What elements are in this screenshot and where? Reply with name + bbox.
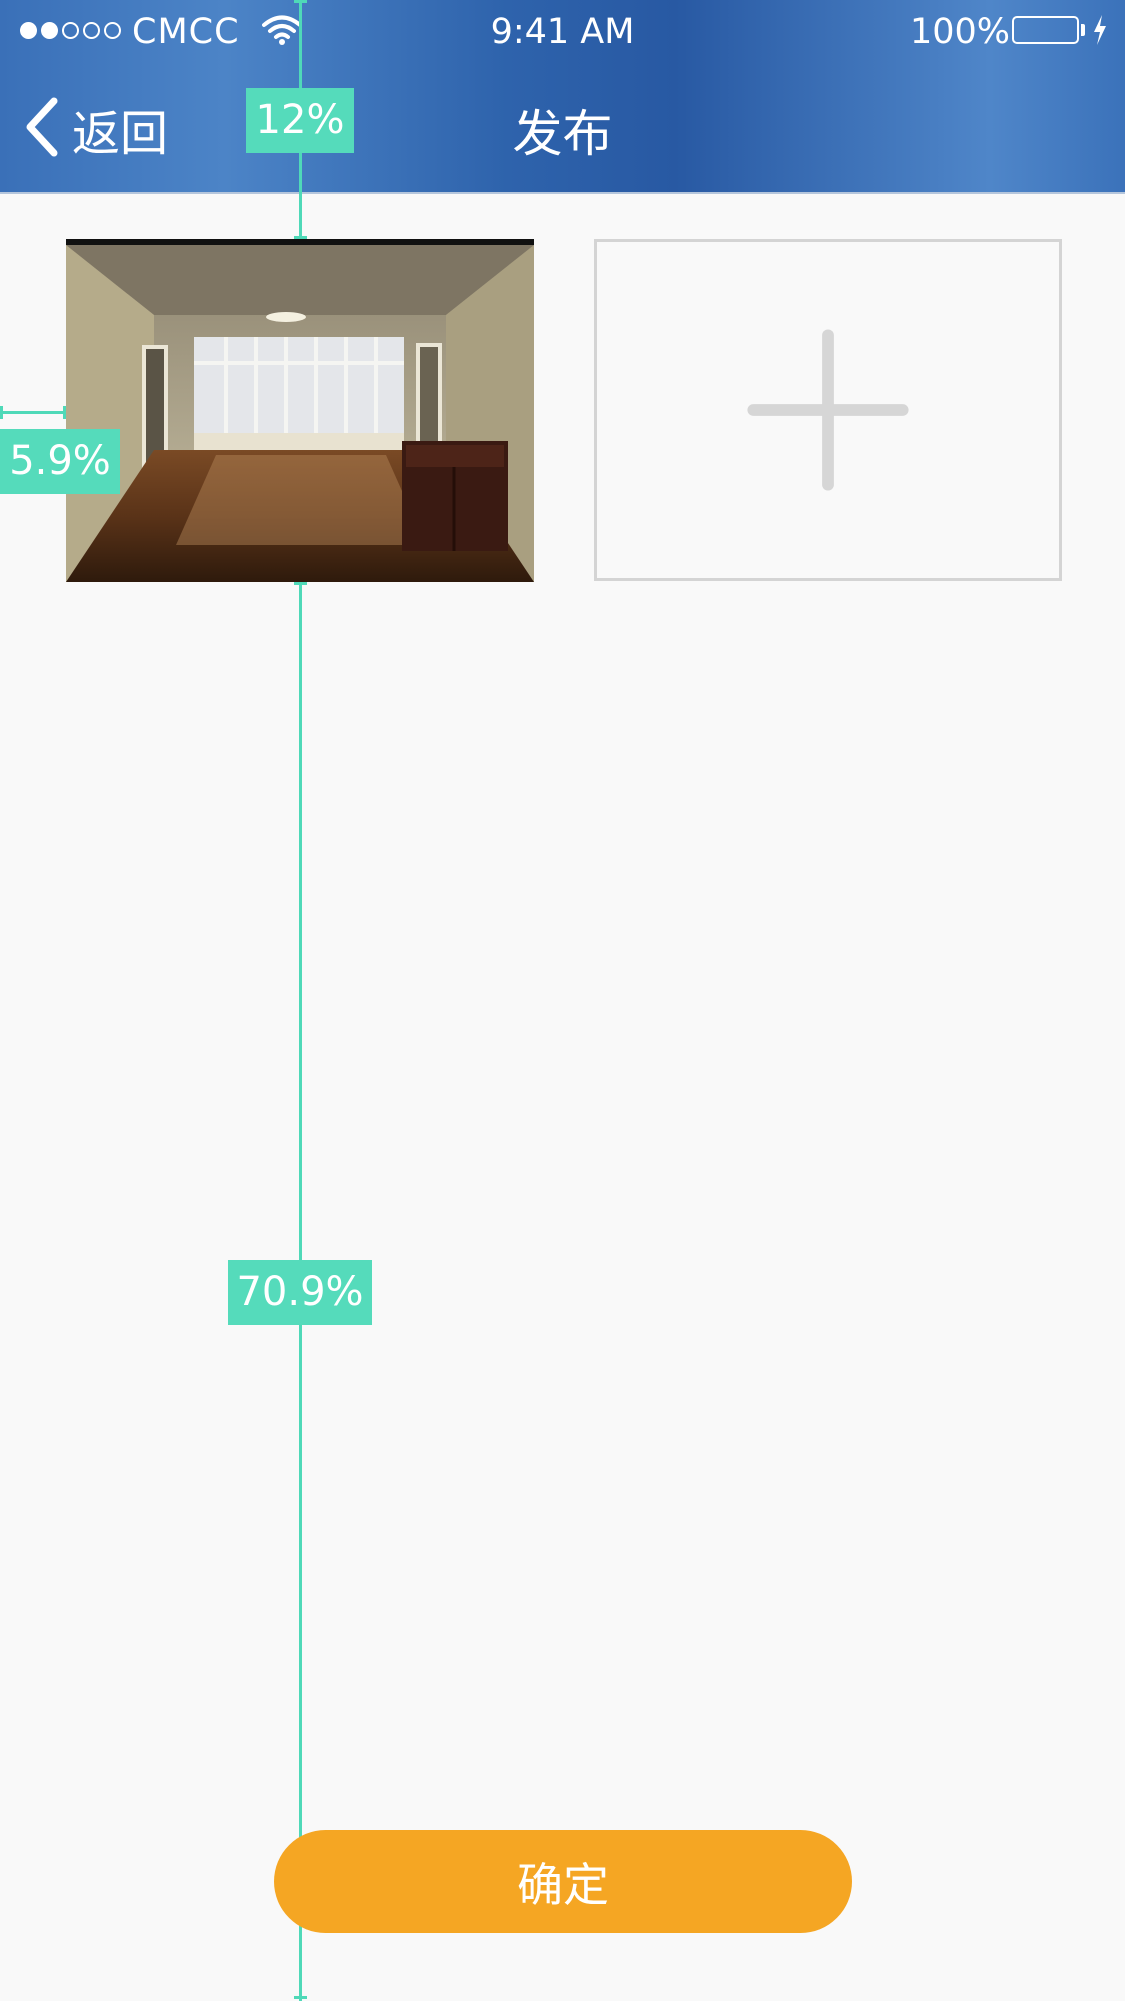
top-measure-cap xyxy=(294,0,307,3)
top-measure-cap xyxy=(294,236,307,239)
bottom-measure-cap xyxy=(294,1996,307,1999)
add-photo-button[interactable] xyxy=(594,239,1062,581)
top-offset-label: 12% xyxy=(246,88,354,153)
battery-percentage: 100% xyxy=(910,12,1011,52)
page-title: 发布 xyxy=(512,105,613,163)
status-bar: CMCC 9:41 AM 100% xyxy=(0,0,1125,66)
charging-bolt-icon xyxy=(1091,14,1109,50)
room-photo-image xyxy=(66,245,534,582)
battery-nub xyxy=(1081,24,1085,36)
left-measure-cap xyxy=(0,406,3,419)
bottom-offset-label: 70.9% xyxy=(228,1260,372,1325)
confirm-button[interactable]: 确定 xyxy=(274,1830,852,1933)
left-measure-line xyxy=(0,411,66,414)
left-offset-label: 5.9% xyxy=(0,429,120,494)
battery-icon xyxy=(1012,16,1079,44)
uploaded-photo[interactable] xyxy=(66,239,534,582)
plus-icon xyxy=(747,329,909,491)
left-measure-cap xyxy=(63,406,66,419)
bottom-measure-cap xyxy=(294,582,307,585)
navigation-header: CMCC 9:41 AM 100% 返回 发布 xyxy=(0,0,1125,194)
